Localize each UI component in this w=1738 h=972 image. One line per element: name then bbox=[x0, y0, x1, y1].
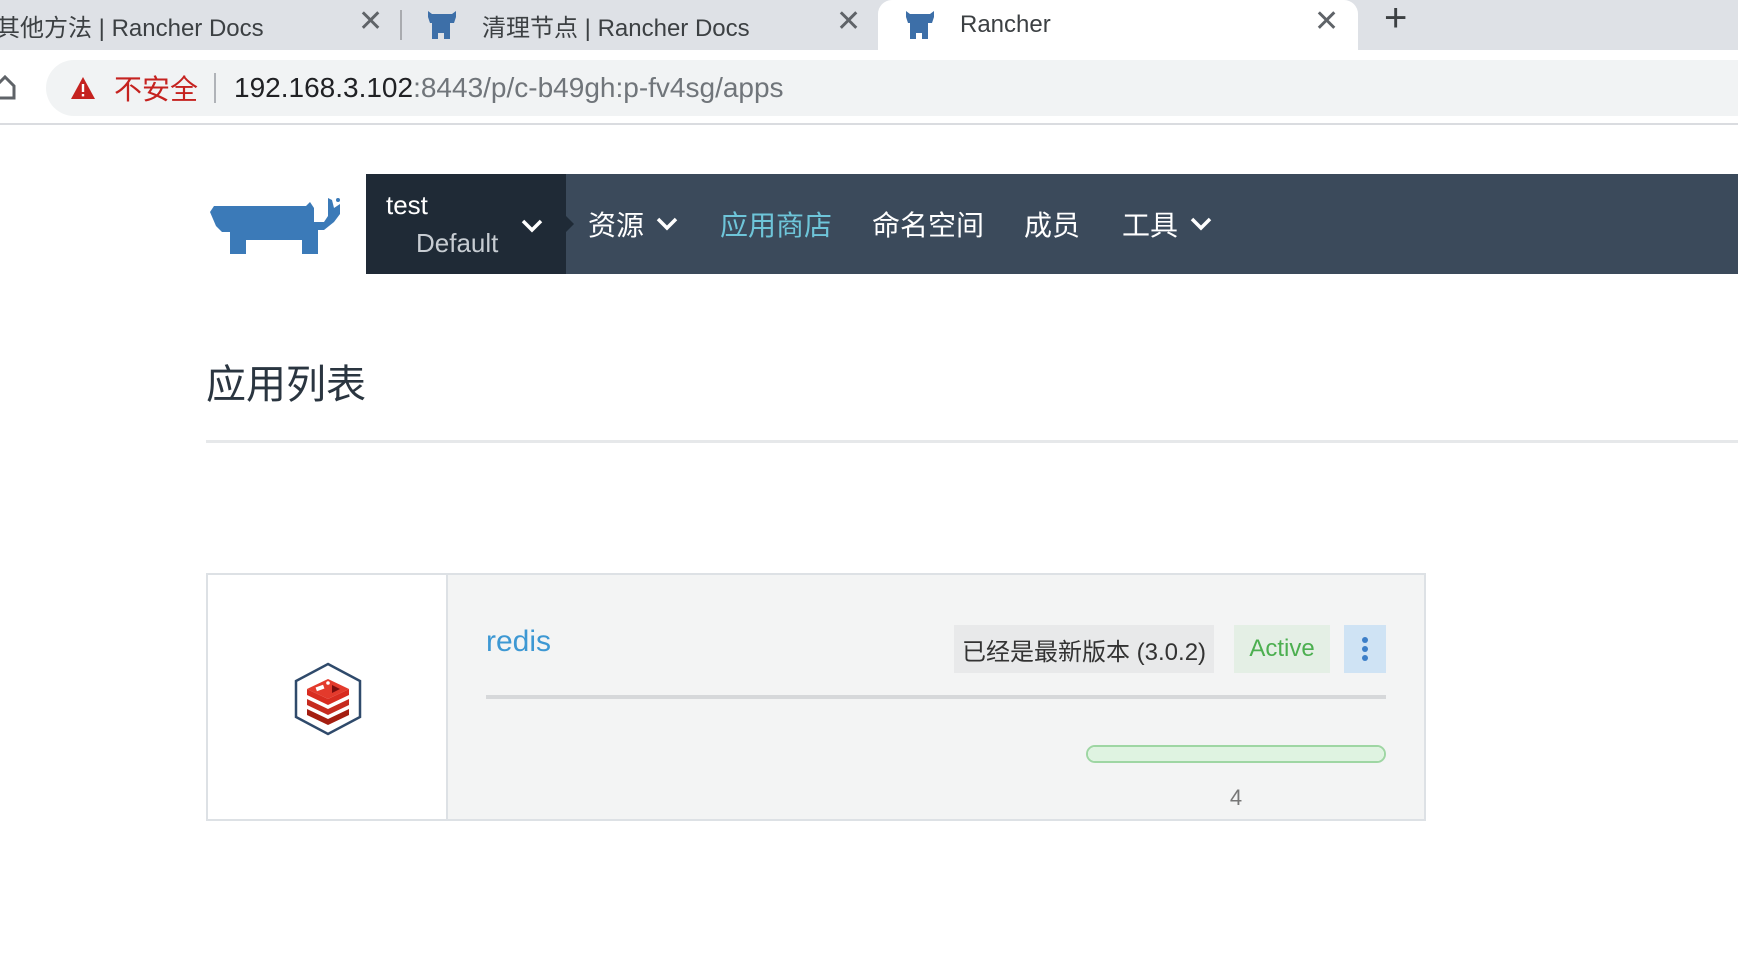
nav-item-tools[interactable]: 工具 bbox=[1122, 174, 1212, 274]
workload-progress-bar bbox=[1086, 745, 1386, 763]
cluster-project-switcher[interactable]: test Default bbox=[366, 174, 566, 274]
nav-item-app-store[interactable]: 应用商店 bbox=[720, 174, 832, 274]
omnibox-separator bbox=[214, 73, 217, 103]
app-name-link[interactable]: redis bbox=[486, 625, 551, 659]
tab-title: 其他方法 | Rancher Docs bbox=[0, 14, 264, 42]
switcher-pointer bbox=[566, 216, 574, 232]
title-divider bbox=[206, 440, 1738, 443]
url-host: 192.168.3.102 bbox=[234, 72, 414, 103]
workload-count: 4 bbox=[1229, 785, 1243, 810]
address-bar[interactable]: 不安全 192.168.3.102 :8443/p/c-b49gh:p-fv4s… bbox=[46, 60, 1738, 116]
nav-item-label: 应用商店 bbox=[720, 210, 833, 241]
redis-logo-icon bbox=[294, 662, 362, 736]
tab-close-icon[interactable]: ✕ bbox=[836, 7, 861, 37]
nav-item-resources[interactable]: 资源 bbox=[588, 174, 678, 274]
browser-tab[interactable]: 清理节点 | Rancher Docs ✕ bbox=[402, 0, 878, 50]
chevron-down-icon bbox=[656, 217, 678, 231]
more-vertical-icon bbox=[1362, 637, 1368, 661]
nav-item-label: 命名空间 bbox=[872, 210, 985, 241]
rancher-logo[interactable] bbox=[206, 194, 342, 258]
nav-item-label: 成员 bbox=[1024, 210, 1081, 241]
project-name: Default bbox=[416, 228, 499, 258]
app-card: redis 已经是最新版本 (3.0.2) Active 4 bbox=[206, 573, 1426, 821]
version-badge: 已经是最新版本 (3.0.2) bbox=[954, 625, 1215, 673]
main-nav: test Default 资源 应用商店 命名空间 成员 工具 bbox=[366, 174, 1738, 274]
home-icon[interactable] bbox=[0, 74, 16, 100]
chevron-down-icon bbox=[1190, 217, 1212, 231]
nav-item-members[interactable]: 成员 bbox=[1024, 174, 1080, 274]
new-tab-button[interactable]: + bbox=[1384, 0, 1407, 38]
browser-tab[interactable]: 其他方法 | Rancher Docs ✕ bbox=[0, 0, 396, 50]
page-title: 应用列表 bbox=[206, 363, 366, 407]
status-badge: Active bbox=[1234, 625, 1330, 673]
nav-item-label: 工具 bbox=[1122, 210, 1179, 241]
tab-title: Rancher bbox=[960, 11, 1051, 38]
browser-tabstrip: 其他方法 | Rancher Docs ✕ 清理节点 | Rancher Doc… bbox=[0, 0, 1738, 50]
tab-title: 清理节点 | Rancher Docs bbox=[482, 14, 750, 42]
browser-tab-active[interactable]: Rancher ✕ bbox=[878, 0, 1358, 50]
url-path: :8443/p/c-b49gh:p-fv4sg/apps bbox=[413, 72, 784, 103]
nav-item-label: 资源 bbox=[588, 210, 645, 241]
tab-close-icon[interactable]: ✕ bbox=[358, 7, 383, 37]
nav-item-namespaces[interactable]: 命名空间 bbox=[872, 174, 984, 274]
card-divider bbox=[486, 695, 1386, 699]
progress-fill bbox=[1088, 747, 1384, 761]
cluster-name: test bbox=[386, 190, 428, 220]
tab-close-icon[interactable]: ✕ bbox=[1314, 7, 1339, 37]
browser-toolbar: 不安全 192.168.3.102 :8443/p/c-b49gh:p-fv4s… bbox=[0, 50, 1738, 125]
rancher-favicon-icon bbox=[428, 11, 456, 39]
rancher-favicon-icon bbox=[906, 11, 934, 39]
app-actions-button[interactable] bbox=[1344, 625, 1386, 673]
warning-icon bbox=[71, 77, 95, 99]
app-logo-box bbox=[208, 575, 448, 819]
security-status-label[interactable]: 不安全 bbox=[114, 68, 198, 108]
chevron-down-icon bbox=[521, 219, 543, 233]
